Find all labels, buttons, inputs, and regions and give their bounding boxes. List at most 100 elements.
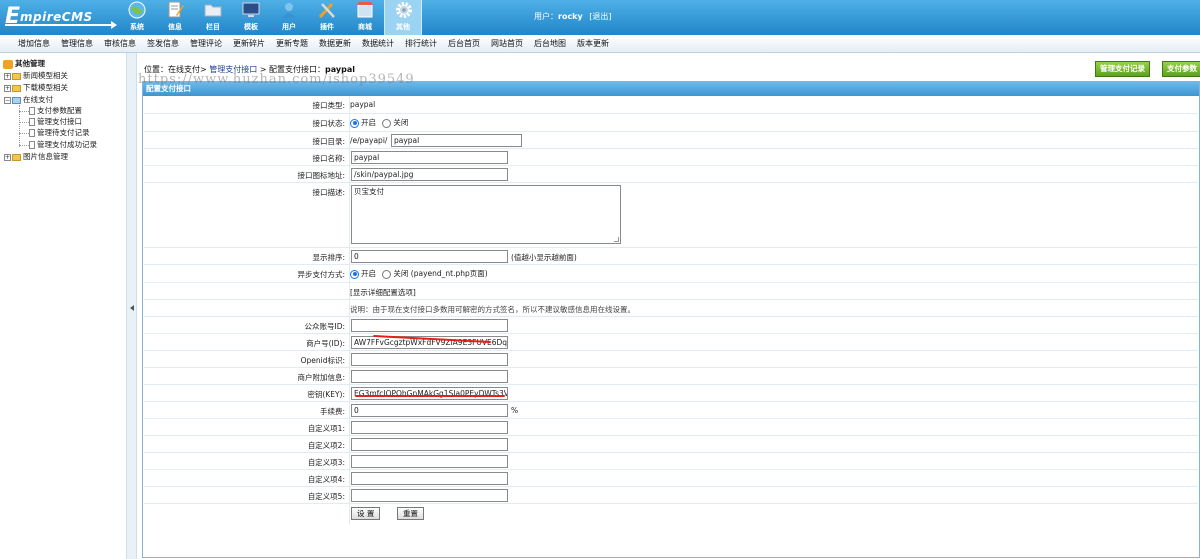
- menu-data-update[interactable]: 数据更新: [319, 35, 351, 52]
- tree-item-success-records[interactable]: 管理支付成功记录: [19, 139, 97, 151]
- expand-icon[interactable]: +: [4, 84, 11, 92]
- radio-label: 开启: [361, 269, 376, 278]
- menu-update-fragments[interactable]: 更新碎片: [233, 35, 265, 52]
- top-header: E mpireCMS 系统 信息 栏目 模板 用户 插件 商城 其他 用户：ro…: [0, 0, 1200, 35]
- tree-item-label: 支付参数配置: [37, 106, 82, 115]
- menu-admin-map[interactable]: 后台地图: [534, 35, 566, 52]
- api-dir-input[interactable]: paypal: [391, 134, 522, 147]
- row-show-detail: [显示详细配置选项]: [144, 283, 1198, 300]
- nav-label: 模板: [244, 23, 258, 31]
- api-desc-textarea[interactable]: 贝宝支付: [351, 185, 621, 244]
- radio-label: 开启: [361, 118, 376, 127]
- secret-key-input[interactable]: EG3mfcIQPQhGnMAkGg1SIa0PEyDWTs3V10: [351, 387, 508, 400]
- pay-params-button[interactable]: 支付参数: [1162, 61, 1200, 77]
- collapse-icon[interactable]: −: [4, 96, 11, 104]
- main-content: 位置：在线支付> 管理支付接口 > 配置支付接口：paypal 管理支付记录 支…: [138, 53, 1200, 559]
- main-nav: 系统 信息 栏目 模板 用户 插件 商城 其他: [118, 0, 422, 35]
- empirecms-logo[interactable]: E mpireCMS: [5, 5, 117, 31]
- nav-label: 商城: [358, 23, 372, 31]
- radio-label: 关闭: [393, 118, 409, 127]
- tree-item-label: 下载模型相关: [23, 83, 68, 92]
- custom-1-input[interactable]: [351, 421, 508, 434]
- menu-rank-stats[interactable]: 排行统计: [405, 35, 437, 52]
- public-id-input[interactable]: [351, 319, 508, 332]
- custom-2-input[interactable]: [351, 438, 508, 451]
- menu-manage-info[interactable]: 管理信息: [61, 35, 93, 52]
- nav-label: 其他: [396, 23, 410, 31]
- logout-link[interactable]: [退出]: [589, 12, 611, 21]
- resize-grip-icon[interactable]: [614, 237, 619, 242]
- collapse-arrow-icon[interactable]: [130, 305, 134, 311]
- row-custom-3: 自定义项3:: [144, 453, 1198, 470]
- row-public-id: 公众账号ID:: [144, 317, 1198, 334]
- sidebar-splitter[interactable]: [126, 53, 137, 559]
- tree-item-image-info[interactable]: + 图片信息管理: [4, 151, 68, 163]
- openid-input[interactable]: [351, 353, 508, 366]
- expand-icon[interactable]: +: [4, 153, 11, 161]
- custom-4-input[interactable]: [351, 472, 508, 485]
- user-prefix: 用户：: [534, 12, 558, 21]
- nav-shop[interactable]: 商城: [346, 0, 384, 35]
- nav-system[interactable]: 系统: [118, 0, 156, 35]
- merchant-extra-input[interactable]: [351, 370, 508, 383]
- page-icon: [29, 107, 35, 115]
- nav-column[interactable]: 栏目: [194, 0, 232, 35]
- folder-icon: [12, 153, 21, 161]
- nav-template[interactable]: 模板: [232, 0, 270, 35]
- api-type-value: paypal: [350, 100, 376, 109]
- user-icon: [282, 3, 296, 18]
- menu-site-home[interactable]: 网站首页: [491, 35, 523, 52]
- menu-audit-info[interactable]: 审核信息: [104, 35, 136, 52]
- menu-manage-comments[interactable]: 管理评论: [190, 35, 222, 52]
- field-label: 接口类型:: [312, 101, 345, 110]
- nav-other[interactable]: 其他: [384, 0, 422, 35]
- nav-user[interactable]: 用户: [270, 0, 308, 35]
- menu-add-info[interactable]: 增加信息: [18, 35, 50, 52]
- row-custom-1: 自定义项1:: [144, 419, 1198, 436]
- field-label: Openid标识:: [300, 356, 345, 365]
- gear-icon: [396, 2, 412, 18]
- tree-item-label: 管理待支付记录: [37, 128, 90, 137]
- tree-item-news-model[interactable]: + 新闻模型相关: [4, 70, 68, 82]
- custom-3-input[interactable]: [351, 455, 508, 468]
- show-detail-link[interactable]: [显示详细配置选项]: [350, 287, 1198, 298]
- menu-admin-home[interactable]: 后台首页: [448, 35, 480, 52]
- field-label: 接口名称:: [312, 154, 345, 163]
- reset-button[interactable]: 重置: [397, 507, 424, 520]
- tree-item-label: 管理支付成功记录: [37, 140, 97, 149]
- field-label: 自定义项2:: [307, 441, 345, 450]
- row-api-name: 接口名称: paypal: [144, 149, 1198, 166]
- menu-sign-info[interactable]: 签发信息: [147, 35, 179, 52]
- tree-item-download-model[interactable]: + 下载模型相关: [4, 82, 68, 94]
- radio-label: 关闭: [393, 269, 409, 278]
- nav-info[interactable]: 信息: [156, 0, 194, 35]
- submit-button[interactable]: 设 置: [351, 507, 381, 520]
- fee-input[interactable]: 0: [351, 404, 508, 417]
- nav-plugin[interactable]: 插件: [308, 0, 346, 35]
- menu-data-stats[interactable]: 数据统计: [362, 35, 394, 52]
- tree-root[interactable]: 其他管理: [3, 58, 45, 70]
- tree-item-pending-records[interactable]: 管理待支付记录: [19, 127, 90, 139]
- menu-update-topics[interactable]: 更新专题: [276, 35, 308, 52]
- row-sort-order: 显示排序: 0 (值越小显示越前面): [144, 248, 1198, 265]
- field-label: 公众账号ID:: [304, 322, 345, 331]
- tree-item-label: 在线支付: [23, 95, 53, 104]
- api-icon-url-input[interactable]: /skin/paypal.jpg: [351, 168, 508, 181]
- tree-branch: [19, 110, 29, 112]
- expand-icon[interactable]: +: [4, 72, 11, 80]
- async-on-radio[interactable]: [350, 269, 359, 279]
- nav-label: 系统: [130, 23, 144, 31]
- api-name-input[interactable]: paypal: [351, 151, 508, 164]
- menu-version-update[interactable]: 版本更新: [577, 35, 609, 52]
- field-label: 商户附加信息:: [297, 373, 345, 382]
- async-hint: (payend_nt.php页面): [410, 269, 488, 278]
- security-note: 说明：由于现在支付接口多数用可解密的方式签名，所以不建议敏感信息用在线设置。: [350, 305, 635, 314]
- sort-order-input[interactable]: 0: [351, 250, 508, 263]
- monitor-icon: [242, 2, 260, 17]
- async-off-radio[interactable]: [382, 269, 392, 279]
- custom-5-input[interactable]: [351, 489, 508, 502]
- status-off-radio[interactable]: [382, 118, 392, 128]
- status-on-radio[interactable]: [350, 118, 359, 128]
- manage-pay-records-button[interactable]: 管理支付记录: [1095, 61, 1150, 77]
- user-name: rocky: [558, 12, 583, 21]
